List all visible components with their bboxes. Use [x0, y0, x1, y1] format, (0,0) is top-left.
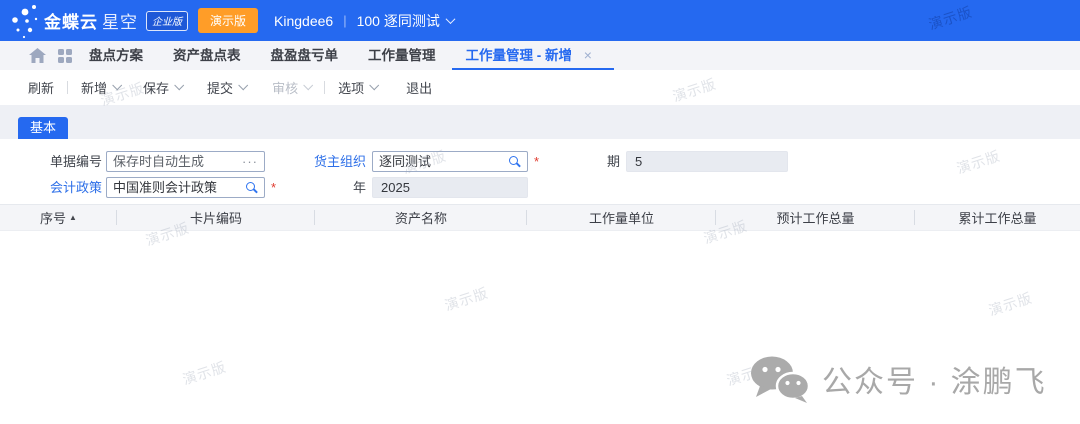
- tab-surplus-deficit-bill[interactable]: 盘盈盘亏单: [271, 41, 339, 70]
- button-label: 保存: [143, 78, 169, 97]
- toolbar-divider: [67, 81, 68, 94]
- button-label: 提交: [207, 78, 233, 97]
- chevron-down-icon: [303, 80, 313, 90]
- period-label: 期: [560, 151, 620, 172]
- button-label: 新增: [81, 78, 107, 97]
- tab-label: 工作量管理: [368, 48, 436, 63]
- document-tab-bar: 盘点方案 资产盘点表 盘盈盘亏单 工作量管理 工作量管理 - 新增 ×: [0, 41, 1080, 70]
- column-header-asset-name[interactable]: 资产名称: [315, 205, 527, 230]
- tab-label: 盘点方案: [89, 48, 143, 63]
- column-header-card-code[interactable]: 卡片编码: [117, 205, 315, 230]
- year-value: 2025: [381, 180, 410, 195]
- refresh-button[interactable]: 刷新: [28, 78, 54, 97]
- tab-workload-management-new[interactable]: 工作量管理 - 新增 ×: [466, 41, 592, 70]
- search-icon[interactable]: [246, 182, 255, 191]
- column-label: 卡片编码: [190, 208, 242, 227]
- brand-primary: 金蝶云: [44, 8, 98, 33]
- audit-button: 审核: [272, 78, 311, 97]
- top-bar: 金蝶云 星空 企业版 演示版 Kingdee6 | 100 逐同测试 演示版: [0, 0, 1080, 41]
- new-button[interactable]: 新增: [81, 78, 120, 97]
- chevron-down-icon: [238, 80, 248, 90]
- accounting-policy-input[interactable]: 中国准则会计政策: [106, 177, 265, 198]
- column-header-workload-unit[interactable]: 工作量单位: [527, 205, 716, 230]
- brand-secondary: 星空: [102, 8, 138, 33]
- ellipsis-button[interactable]: ···: [242, 152, 258, 171]
- tab-label: 盘盈盘亏单: [271, 48, 339, 63]
- submit-button[interactable]: 提交: [207, 78, 246, 97]
- column-header-estimated-total[interactable]: 预计工作总量: [716, 205, 915, 230]
- wechat-account-label: 公众号 · 涂鹏飞: [822, 357, 1047, 401]
- kingdee-logo-icon: [8, 3, 40, 39]
- button-label: 审核: [272, 78, 298, 97]
- form-area: 单据编号 保存时自动生成 ··· 货主组织 逐同测试 * 期 5 会计政策 中国…: [0, 139, 1080, 204]
- edition-badge: 企业版: [146, 11, 188, 31]
- accounting-policy-value: 中国准则会计政策: [113, 178, 217, 197]
- accounting-policy-label[interactable]: 会计政策: [16, 177, 102, 198]
- period-value: 5: [635, 154, 642, 169]
- wechat-icon: [748, 354, 814, 404]
- org-name: 100 逐同测试: [357, 11, 440, 31]
- app-window: 金蝶云 星空 企业版 演示版 Kingdee6 | 100 逐同测试 演示版 盘…: [0, 0, 1080, 424]
- org-divider: |: [343, 13, 346, 28]
- exit-button[interactable]: 退出: [406, 78, 432, 97]
- home-icon[interactable]: [29, 48, 46, 63]
- required-asterisk: *: [271, 177, 276, 198]
- form-tab-strip: 基本: [0, 105, 1080, 139]
- column-label: 工作量单位: [589, 208, 654, 227]
- brand-name: 金蝶云 星空: [44, 8, 138, 33]
- owner-org-value: 逐同测试: [379, 152, 431, 171]
- column-label: 资产名称: [395, 208, 447, 227]
- tab-label: 工作量管理 - 新增: [466, 48, 573, 63]
- bill-no-value: 保存时自动生成: [113, 152, 204, 171]
- chevron-down-icon: [112, 80, 122, 90]
- column-label: 序号: [40, 208, 66, 227]
- column-header-accumulated-total[interactable]: 累计工作总量: [915, 205, 1080, 230]
- owner-org-label[interactable]: 货主组织: [280, 151, 366, 172]
- app-grid-icon[interactable]: [58, 49, 72, 63]
- year-field: 2025: [372, 177, 528, 198]
- column-header-seq[interactable]: 序号 ▲: [0, 205, 117, 230]
- bill-no-label: 单据编号: [16, 151, 102, 172]
- watermark: 演示版: [442, 283, 491, 316]
- button-label: 退出: [406, 78, 432, 97]
- save-button[interactable]: 保存: [143, 78, 182, 97]
- chevron-down-icon: [445, 14, 455, 24]
- column-label: 预计工作总量: [776, 208, 854, 227]
- options-button[interactable]: 选项: [338, 78, 377, 97]
- button-label: 刷新: [28, 78, 54, 97]
- search-icon[interactable]: [509, 156, 518, 165]
- chevron-down-icon: [174, 80, 184, 90]
- username: Kingdee6: [274, 13, 333, 29]
- year-label: 年: [280, 177, 366, 198]
- close-icon[interactable]: ×: [584, 47, 592, 63]
- period-field: 5: [626, 151, 788, 172]
- tab-inventory-plan[interactable]: 盘点方案: [89, 41, 143, 70]
- button-label: 选项: [338, 78, 364, 97]
- toolbar: 刷新 新增 保存 提交 审核 选项 退出: [0, 70, 1080, 105]
- tab-basic[interactable]: 基本: [18, 117, 68, 139]
- watermark: 演示版: [986, 288, 1035, 321]
- tab-asset-inventory-sheet[interactable]: 资产盘点表: [173, 41, 241, 70]
- sort-asc-icon: ▲: [69, 213, 77, 222]
- column-label: 累计工作总量: [958, 208, 1036, 227]
- demo-version-badge: 演示版: [198, 8, 258, 33]
- watermark: 演示版: [926, 2, 975, 35]
- owner-org-input[interactable]: 逐同测试: [372, 151, 528, 172]
- bill-no-input[interactable]: 保存时自动生成 ···: [106, 151, 265, 172]
- required-asterisk: *: [534, 151, 539, 172]
- footer-brand: 公众号 · 涂鹏飞: [748, 354, 1047, 404]
- tab-label: 资产盘点表: [173, 48, 241, 63]
- chevron-down-icon: [369, 80, 379, 90]
- toolbar-divider: [324, 81, 325, 94]
- grid-header: 序号 ▲ 卡片编码 资产名称 工作量单位 预计工作总量 累计工作总量: [0, 204, 1080, 231]
- watermark: 演示版: [180, 357, 229, 390]
- tab-workload-management[interactable]: 工作量管理: [368, 41, 436, 70]
- org-switcher[interactable]: Kingdee6 | 100 逐同测试: [274, 11, 454, 31]
